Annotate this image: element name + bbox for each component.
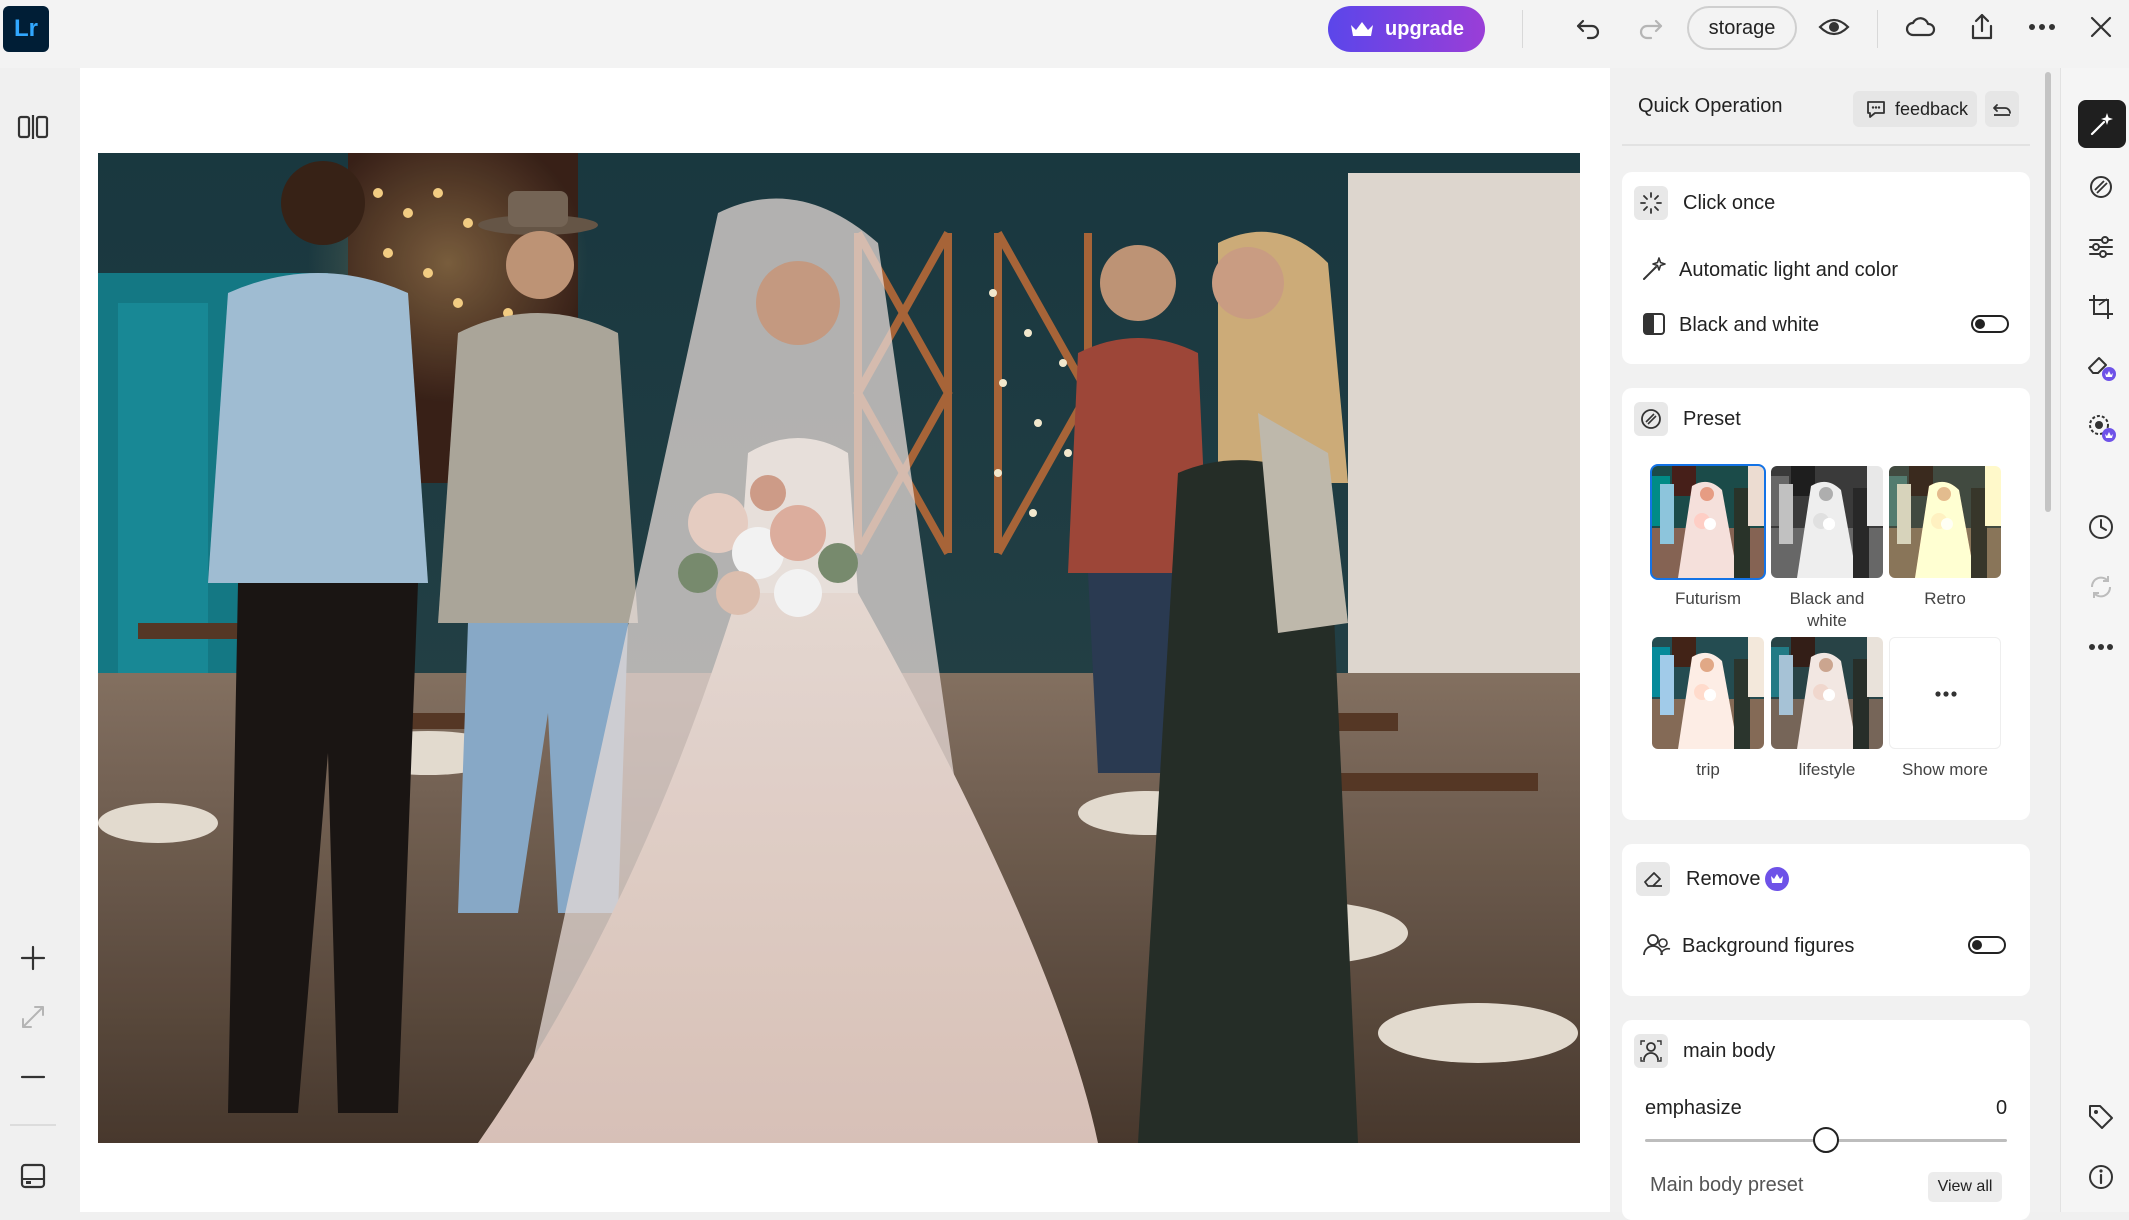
share-icon[interactable] [1965, 10, 1999, 44]
emphasize-value: 0 [1996, 1097, 2008, 1119]
emphasize-label: emphasize [1645, 1097, 1742, 1119]
toolbar-divider [1877, 10, 1878, 48]
black-white-icon [1640, 310, 1668, 338]
remove-title: Remove [1686, 868, 1761, 890]
preset-thumbnail[interactable] [1771, 466, 1883, 578]
chat-bubble-icon [1865, 99, 1887, 119]
emphasize-slider-handle[interactable] [1813, 1127, 1839, 1153]
toolbar-divider [1522, 10, 1523, 48]
upgrade-label: upgrade [1385, 17, 1464, 40]
history-clock-icon[interactable] [2081, 507, 2121, 547]
main-body-title: main body [1683, 1040, 1776, 1062]
more-options-icon[interactable] [2025, 10, 2059, 44]
ellipsis-icon [1924, 689, 1968, 699]
compare-view-icon[interactable] [16, 112, 50, 142]
preset-icon [1634, 402, 1668, 436]
people-icon [1642, 930, 1672, 960]
fit-screen-icon[interactable] [18, 1002, 48, 1032]
auto-wand-icon [1640, 255, 1668, 283]
preset-label: Retro [1924, 589, 1966, 608]
tag-icon[interactable] [2081, 1097, 2121, 1137]
undo-icon[interactable] [1572, 10, 1606, 44]
background-figures-toggle[interactable] [1968, 936, 2006, 954]
quick-actions-wand-icon[interactable] [2078, 100, 2126, 148]
crop-rotate-icon[interactable] [2081, 287, 2121, 327]
info-icon[interactable] [2081, 1157, 2121, 1197]
view-all-button[interactable]: View all [1928, 1172, 2002, 1202]
preview-eye-icon[interactable] [1817, 10, 1851, 44]
zoom-out-icon[interactable] [18, 1062, 48, 1092]
panel-divider [1622, 144, 2030, 146]
preset-thumbnail[interactable] [1889, 466, 2001, 578]
panel-scrollbar-thumb[interactable] [2045, 72, 2051, 512]
lightroom-logo: Lr [3, 6, 49, 52]
rail-divider [10, 1124, 56, 1126]
preset-label: Futurism [1674, 589, 1742, 608]
adjust-sliders-icon[interactable] [2081, 227, 2121, 267]
preset-label: Black and white [1789, 589, 1865, 630]
preset-label: trip [1696, 760, 1720, 779]
preset-label: Show more [1902, 760, 1988, 779]
black-white-toggle[interactable] [1971, 315, 2009, 333]
preset-thumbnail[interactable] [1652, 637, 1764, 749]
preset-thumbnail[interactable] [1771, 637, 1883, 749]
panel-title: Quick Operation [1638, 95, 1783, 117]
presets-icon[interactable] [2081, 167, 2121, 207]
filmstrip-icon[interactable] [18, 1161, 48, 1191]
click-once-title: Click once [1683, 192, 1776, 214]
main-body-preset-label: Main body preset [1650, 1174, 1804, 1196]
cloud-icon[interactable] [1904, 10, 1938, 44]
feedback-label: feedback [1895, 98, 1969, 119]
body-select-icon [1634, 1034, 1668, 1068]
crown-icon [1349, 19, 1375, 39]
more-tools-icon[interactable] [2081, 627, 2121, 667]
show-more-presets-button[interactable] [1889, 637, 2001, 749]
preset-title: Preset [1683, 408, 1741, 430]
black-white-label: Black and white [1679, 314, 1820, 336]
zoom-in-icon[interactable] [18, 943, 48, 973]
masking-icon[interactable] [2081, 408, 2121, 448]
top-toolbar [0, 0, 2129, 68]
magic-sparkle-icon [1634, 186, 1668, 220]
reset-icon [1991, 99, 2013, 119]
close-icon[interactable] [2084, 10, 2118, 44]
storage-button[interactable]: storage [1687, 6, 1797, 50]
reset-button[interactable] [1985, 91, 2019, 127]
upgrade-button[interactable]: upgrade [1328, 6, 1485, 52]
auto-light-color-option[interactable]: Automatic light and color [1679, 259, 1898, 282]
healing-eraser-icon[interactable] [2081, 347, 2121, 387]
redo-icon[interactable] [1633, 10, 1667, 44]
remove-card [1622, 844, 2030, 996]
premium-badge-icon [1765, 867, 1789, 891]
left-rail [0, 68, 80, 1212]
eraser-icon [1636, 862, 1670, 896]
preset-label: lifestyle [1798, 760, 1856, 779]
feedback-button[interactable]: feedback [1853, 91, 1977, 127]
versions-icon[interactable] [2081, 567, 2121, 607]
preset-thumbnail[interactable] [1650, 464, 1766, 580]
wedding-photo[interactable] [98, 153, 1580, 1143]
background-figures-label: Background figures [1682, 935, 1855, 957]
